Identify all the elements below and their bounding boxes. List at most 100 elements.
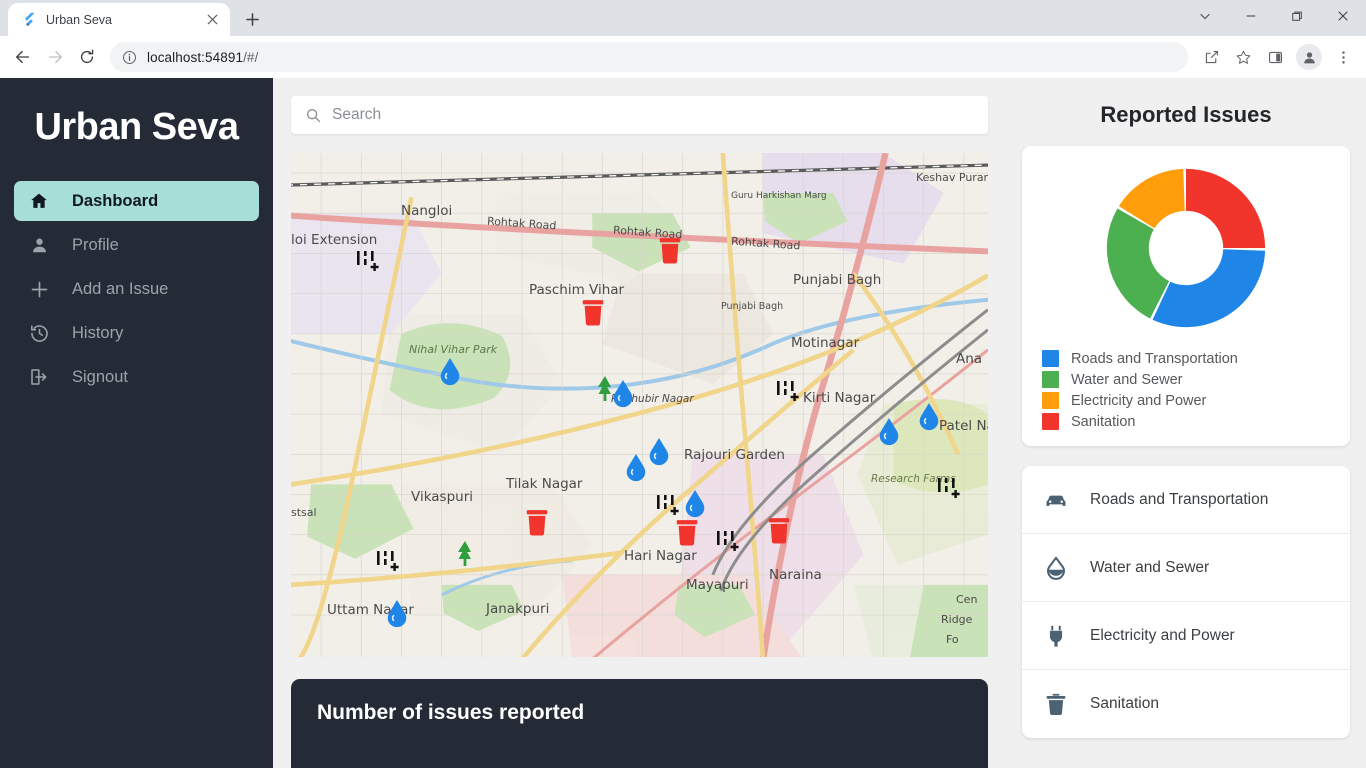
back-arrow-icon[interactable] [8, 42, 38, 72]
category-label: Roads and Transportation [1090, 490, 1269, 508]
address-bar[interactable]: localhost:54891/#/ [110, 42, 1188, 72]
plus-icon [28, 278, 50, 300]
sidebar-item-label: History [72, 323, 124, 342]
search-icon [305, 107, 322, 124]
profile-avatar-icon[interactable] [1296, 44, 1322, 70]
window-controls [1182, 0, 1366, 36]
map-marker-sanitation[interactable] [766, 516, 792, 551]
three-dot-menu-icon[interactable] [1328, 42, 1358, 72]
map-marker-water[interactable] [385, 599, 410, 635]
map-marker-water[interactable] [877, 417, 902, 453]
tab-search-chevron-down-icon[interactable] [1182, 0, 1228, 32]
forward-arrow-icon[interactable] [40, 42, 70, 72]
logout-icon [28, 366, 50, 388]
power-plug-icon [1042, 622, 1070, 650]
map-marker-water[interactable] [917, 402, 942, 438]
issue-categories-list: Roads and Transportation Water and Sewer [1022, 466, 1350, 738]
chart-legend: Roads and Transportation Water and Sewer E… [1036, 348, 1336, 432]
new-tab-button[interactable] [238, 5, 266, 33]
tab-title: Urban Seva [46, 12, 113, 27]
category-label: Electricity and Power [1090, 626, 1235, 644]
map-marker-water[interactable] [624, 453, 649, 489]
history-clock-icon [28, 322, 50, 344]
share-icon[interactable] [1196, 42, 1226, 72]
browser-chrome: Urban Seva localhost:54891/#/ [0, 0, 1366, 78]
water-drop-icon [1042, 554, 1070, 582]
donut-chart[interactable] [1036, 162, 1336, 334]
legend-label: Electricity and Power [1071, 392, 1207, 409]
sidebar-item-profile[interactable]: Profile [14, 225, 259, 265]
map-marker-water[interactable] [438, 357, 463, 393]
side-panel-icon[interactable] [1260, 42, 1290, 72]
map-marker-roads[interactable] [355, 248, 383, 281]
maximize-icon[interactable] [1274, 0, 1320, 32]
legend-item: Roads and Transportation [1042, 348, 1336, 369]
donut-segment[interactable] [1186, 168, 1266, 248]
map-marker-parks[interactable] [456, 540, 475, 573]
map-marker-water[interactable] [647, 437, 672, 473]
legend-item: Electricity and Power [1042, 390, 1336, 411]
legend-swatch [1042, 413, 1059, 430]
map-marker-sanitation[interactable] [674, 518, 700, 553]
map-marker-sanitation[interactable] [524, 508, 550, 543]
legend-label: Water and Sewer [1071, 371, 1183, 388]
toolbar-right-actions [1196, 42, 1358, 72]
browser-toolbar: localhost:54891/#/ [0, 36, 1366, 78]
category-row-roads[interactable]: Roads and Transportation [1022, 466, 1350, 534]
map-marker-roads[interactable] [775, 378, 803, 411]
sidebar-item-label: Add an Issue [72, 279, 169, 298]
map-marker-sanitation[interactable] [657, 236, 683, 271]
donut-segment[interactable] [1106, 208, 1170, 319]
legend-swatch [1042, 392, 1059, 409]
trash-can-icon [1042, 690, 1070, 718]
category-row-electricity[interactable]: Electricity and Power [1022, 602, 1350, 670]
legend-label: Roads and Transportation [1071, 350, 1238, 367]
map-marker-sanitation[interactable] [580, 298, 606, 333]
map-marker-roads[interactable] [715, 528, 743, 561]
person-icon [28, 234, 50, 256]
legend-item: Sanitation [1042, 411, 1336, 432]
issues-count-card: Number of issues reported [291, 679, 988, 768]
issues-map[interactable]: Nangloi loi Extension Rohtak Road Rohtak Ro… [291, 153, 988, 657]
app-sidebar: Urban Seva Dashboard Profile Add an Issu… [0, 78, 273, 768]
tab-close-icon[interactable] [204, 12, 220, 28]
sidebar-item-history[interactable]: History [14, 313, 259, 353]
reload-icon[interactable] [72, 42, 102, 72]
donut-segment[interactable] [1152, 249, 1266, 328]
bookmark-star-icon[interactable] [1228, 42, 1258, 72]
tab-strip: Urban Seva [0, 0, 1366, 36]
legend-swatch [1042, 371, 1059, 388]
browser-tab[interactable]: Urban Seva [8, 3, 230, 36]
category-row-water[interactable]: Water and Sewer [1022, 534, 1350, 602]
category-row-sanitation[interactable]: Sanitation [1022, 670, 1350, 738]
issues-count-title: Number of issues reported [317, 701, 585, 724]
sidebar-item-label: Profile [72, 235, 119, 254]
minimize-icon[interactable] [1228, 0, 1274, 32]
page-viewport: Urban Seva Dashboard Profile Add an Issu… [0, 78, 1366, 768]
map-marker-roads[interactable] [936, 475, 964, 508]
map-marker-water[interactable] [611, 379, 636, 415]
flutter-logo-icon [21, 12, 37, 28]
home-icon [28, 190, 50, 212]
app-brand-title: Urban Seva [34, 106, 239, 148]
legend-swatch [1042, 350, 1059, 367]
window-close-icon[interactable] [1320, 0, 1366, 32]
search-placeholder: Search [332, 106, 382, 123]
car-icon [1042, 486, 1070, 514]
map-tiles [291, 153, 988, 657]
page-title: Reported Issues [1100, 102, 1272, 127]
legend-item: Water and Sewer [1042, 369, 1336, 390]
address-bar-url: localhost:54891/#/ [147, 49, 259, 65]
sidebar-item-dashboard[interactable]: Dashboard [14, 181, 259, 221]
sidebar-item-signout[interactable]: Signout [14, 357, 259, 397]
category-label: Sanitation [1090, 695, 1159, 712]
reported-issues-chart-card: Roads and Transportation Water and Sewer E… [1022, 146, 1350, 446]
legend-label: Sanitation [1071, 413, 1136, 430]
category-label: Water and Sewer [1090, 558, 1210, 576]
map-marker-roads[interactable] [375, 548, 403, 581]
info-circle-icon[interactable] [122, 50, 137, 65]
search-input[interactable]: Search [291, 96, 988, 134]
sidebar-item-add-an-issue[interactable]: Add an Issue [14, 269, 259, 309]
sidebar-item-label: Signout [72, 367, 128, 386]
right-panel: Reported Issues Roads and Transportation… [1010, 78, 1366, 768]
